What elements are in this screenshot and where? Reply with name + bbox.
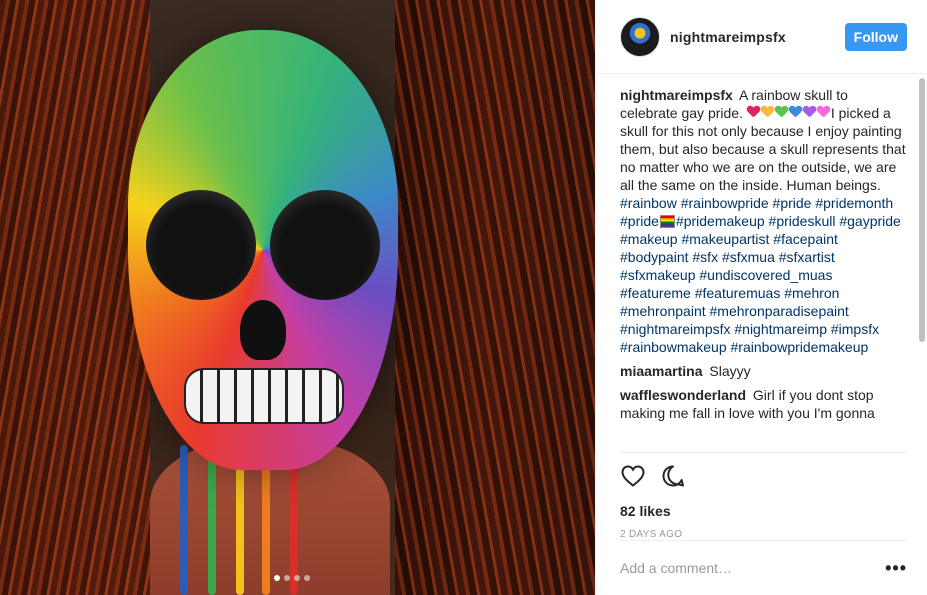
hair-left	[0, 0, 150, 595]
comment-username[interactable]: miaamartina	[620, 363, 702, 379]
post-timestamp[interactable]: 2 DAYS AGO	[620, 529, 907, 540]
heart-outline-icon[interactable]	[620, 463, 646, 489]
skull-teeth	[184, 368, 344, 424]
header-username[interactable]: nightmareimpsfx	[670, 29, 845, 45]
add-comment-input[interactable]	[620, 560, 886, 576]
comment-username[interactable]: waffleswonderland	[620, 387, 746, 403]
action-icons	[620, 463, 907, 489]
paint-drip	[208, 445, 216, 595]
heart-emoji-icon	[747, 106, 760, 118]
ellipsis-icon[interactable]: •••	[885, 558, 907, 579]
add-comment-bar: •••	[620, 540, 907, 595]
hair-right	[395, 0, 595, 595]
skull-nose	[240, 300, 286, 360]
post-modal: nightmareimpsfx Follow nightmareimpsfx A…	[0, 0, 927, 595]
caption-hashtags-more[interactable]: #pridemakeup #prideskull #gaypride #make…	[620, 213, 901, 355]
skull-eye-right	[270, 190, 380, 300]
avatar[interactable]	[620, 16, 660, 57]
carousel-dot[interactable]	[274, 575, 280, 581]
comment-text: Slayyy	[709, 363, 751, 379]
follow-button[interactable]: Follow	[844, 22, 907, 51]
caption: nightmareimpsfx A rainbow skull to celeb…	[620, 86, 907, 356]
post-photo[interactable]	[0, 0, 595, 595]
comment-item: waffleswonderland Girl if you dont stop …	[620, 386, 907, 422]
heart-emojis-icon	[747, 105, 831, 121]
paint-drip	[180, 445, 188, 595]
carousel-dots	[274, 575, 310, 581]
post-actions: 82 likes 2 DAYS AGO	[620, 452, 907, 540]
comments-list[interactable]: nightmareimpsfx A rainbow skull to celeb…	[620, 74, 907, 452]
heart-emoji-icon	[789, 106, 802, 118]
speech-bubble-icon[interactable]	[660, 463, 686, 489]
heart-emoji-icon	[803, 106, 816, 118]
rainbow-flag-icon	[659, 215, 675, 228]
comment-item: miaamartina Slayyy	[620, 362, 907, 380]
caption-username[interactable]: nightmareimpsfx	[620, 87, 733, 103]
post-side-panel: nightmareimpsfx Follow nightmareimpsfx A…	[595, 0, 927, 595]
likes-count[interactable]: 82 likes	[620, 503, 907, 519]
heart-emoji-icon	[817, 106, 830, 118]
carousel-dot[interactable]	[294, 575, 300, 581]
skull-eye-left	[146, 190, 256, 300]
post-header: nightmareimpsfx Follow	[596, 0, 927, 74]
comments-scrollbar[interactable]	[919, 78, 925, 342]
carousel-dot[interactable]	[284, 575, 290, 581]
carousel-dot[interactable]	[304, 575, 310, 581]
heart-emoji-icon	[775, 106, 788, 118]
heart-emoji-icon	[761, 106, 774, 118]
rainbow-skull-face	[128, 30, 398, 470]
